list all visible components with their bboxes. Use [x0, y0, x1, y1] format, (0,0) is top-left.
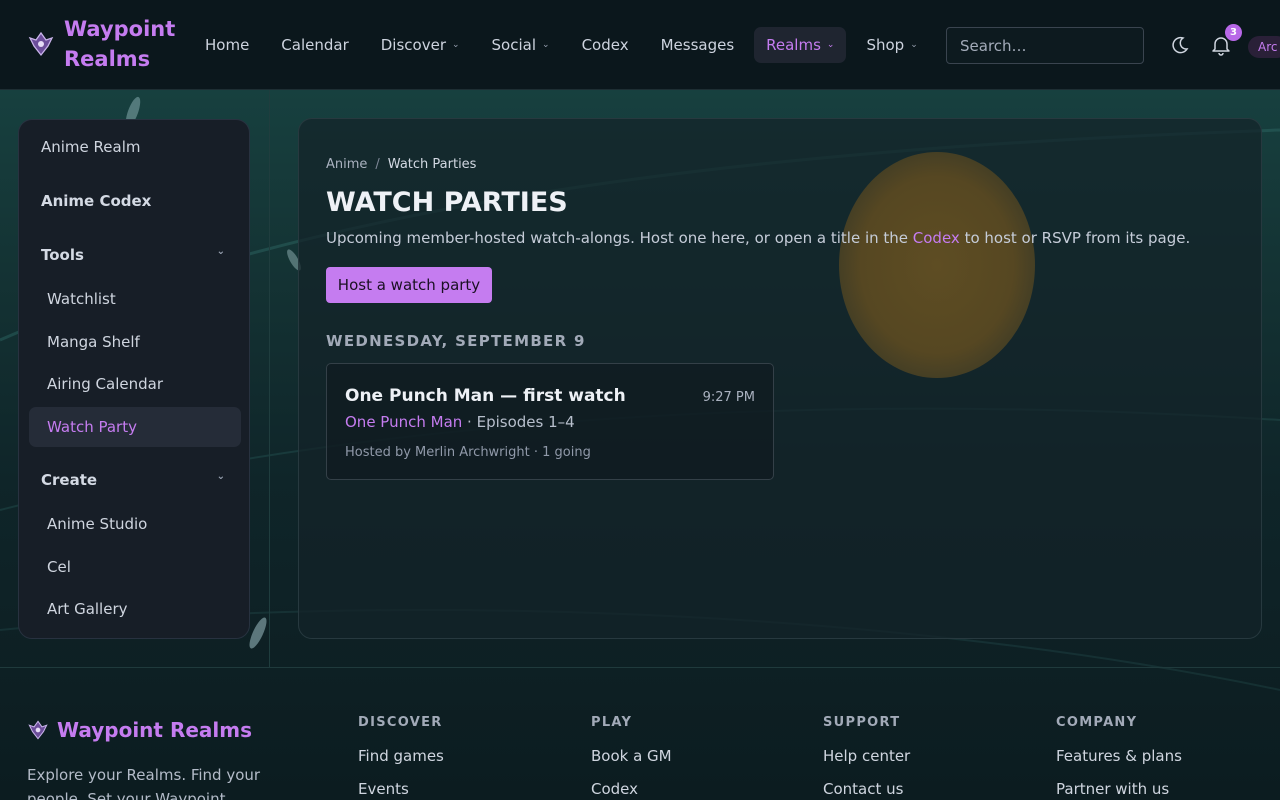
chevron-down-icon: ⌄ [910, 40, 918, 50]
nav-social[interactable]: Social ⌄ [480, 27, 562, 63]
breadcrumb: Anime / Watch Parties [326, 157, 476, 172]
nav-discover[interactable]: Discover ⌄ [369, 27, 472, 63]
breadcrumb-root-link[interactable]: Anime [326, 157, 367, 172]
footer-brand-name: Waypoint Realms [57, 718, 252, 742]
footer-link-find-games[interactable]: Find games [358, 747, 444, 765]
intro-text-end: to host or RSVP from its page. [959, 229, 1191, 247]
footer-heading: PLAY [591, 715, 633, 730]
chevron-down-icon: ⌄ [216, 246, 225, 257]
brand-logo[interactable]: Waypoint Realms [27, 14, 184, 74]
footer-heading: DISCOVER [358, 715, 443, 730]
sidebar-item-anime-realm[interactable]: Anime Realm [19, 138, 249, 156]
sidebar-item-airing-calendar[interactable]: Airing Calendar [29, 364, 241, 404]
sidebar-section-create[interactable]: Create ⌄ [19, 471, 249, 489]
show-link[interactable]: One Punch Man [345, 413, 462, 431]
sidebar-item-anime-studio[interactable]: Anime Studio [29, 504, 241, 544]
notification-count-badge: 3 [1225, 24, 1242, 41]
party-show-line: One Punch Man · Episodes 1–4 [345, 413, 575, 431]
user-menu[interactable]: Arc [1248, 36, 1280, 58]
nav-realms[interactable]: Realms ⌄ [754, 27, 847, 63]
footer-link-partner[interactable]: Partner with us [1056, 780, 1182, 798]
breadcrumb-separator: / [375, 157, 380, 172]
footer-link-contact-us[interactable]: Contact us [823, 780, 910, 798]
nav-home[interactable]: Home [193, 27, 261, 63]
brand-emblem-icon [28, 31, 54, 57]
watch-parties-panel: Anime / Watch Parties WATCH PARTIES Upcomi… [298, 118, 1262, 639]
footer-column-support: SUPPORT Help center Contact us [823, 715, 910, 800]
footer-blurb: Explore your Realms. Find your people. S… [27, 766, 261, 800]
host-watch-party-button[interactable]: Host a watch party [326, 267, 492, 303]
chevron-down-icon: ⌄ [216, 471, 225, 482]
page-title: WATCH PARTIES [326, 187, 568, 218]
party-time: 9:27 PM [702, 390, 755, 405]
chevron-down-icon: ⌄ [542, 40, 550, 50]
nav-calendar[interactable]: Calendar [269, 27, 360, 63]
intro-text: Upcoming member-hosted watch-alongs. Hos… [326, 229, 913, 247]
breadcrumb-current: Watch Parties [387, 157, 477, 172]
footer-heading: COMPANY [1056, 715, 1138, 730]
sidebar-item-cel[interactable]: Cel [29, 547, 241, 587]
footer-link-events[interactable]: Events [358, 780, 444, 798]
sidebar-item-watch-party[interactable]: Watch Party [29, 407, 241, 447]
party-meta: Hosted by Merlin Archwright · 1 going [345, 445, 591, 460]
brand-name: Waypoint Realms [64, 17, 176, 71]
top-navbar: Waypoint Realms Home Calendar Discover ⌄ … [0, 0, 1280, 90]
nav-messages[interactable]: Messages [649, 27, 747, 63]
footer-link-codex[interactable]: Codex [591, 780, 672, 798]
footer-link-features-plans[interactable]: Features & plans [1056, 747, 1182, 765]
theme-toggle-moon-icon[interactable] [1170, 35, 1190, 55]
sidebar-item-art-gallery[interactable]: Art Gallery [29, 589, 241, 629]
page-intro: Upcoming member-hosted watch-alongs. Hos… [326, 229, 1190, 247]
site-footer: Waypoint Realms Explore your Realms. Fin… [0, 667, 1280, 800]
sidebar-item-watchlist[interactable]: Watchlist [29, 279, 241, 319]
nav-shop[interactable]: Shop ⌄ [854, 27, 929, 63]
footer-column-discover: DISCOVER Find games Events [358, 715, 444, 800]
realm-sidebar: Anime Realm Anime Codex Tools ⌄ Watchlis… [18, 119, 250, 639]
search-input[interactable] [946, 27, 1144, 64]
footer-link-help-center[interactable]: Help center [823, 747, 910, 765]
footer-column-company: COMPANY Features & plans Partner with us [1056, 715, 1182, 800]
main-nav: Home Calendar Discover ⌄ Social ⌄ Codex Me… [193, 27, 938, 63]
footer-column-play: PLAY Book a GM Codex [591, 715, 672, 800]
footer-heading: SUPPORT [823, 715, 901, 730]
footer-brand[interactable]: Waypoint Realms [27, 718, 252, 742]
sidebar-item-manga-shelf[interactable]: Manga Shelf [29, 322, 241, 362]
party-title: One Punch Man — first watch [345, 386, 626, 406]
watch-party-card[interactable]: One Punch Man — first watch 9:27 PM One … [326, 363, 774, 480]
codex-link[interactable]: Codex [913, 229, 960, 247]
chevron-down-icon: ⌄ [826, 40, 835, 50]
footer-link-book-a-gm[interactable]: Book a GM [591, 747, 672, 765]
nav-codex[interactable]: Codex [570, 27, 641, 63]
chevron-down-icon: ⌄ [451, 40, 460, 50]
sidebar-section-tools[interactable]: Tools ⌄ [19, 246, 249, 264]
sidebar-item-anime-codex[interactable]: Anime Codex [19, 192, 249, 210]
day-heading: WEDNESDAY, SEPTEMBER 9 [326, 332, 586, 350]
background-sun-decoration [839, 152, 1035, 378]
background-line [269, 90, 270, 667]
party-episodes: · Episodes 1–4 [462, 413, 575, 431]
brand-emblem-icon [28, 720, 48, 740]
